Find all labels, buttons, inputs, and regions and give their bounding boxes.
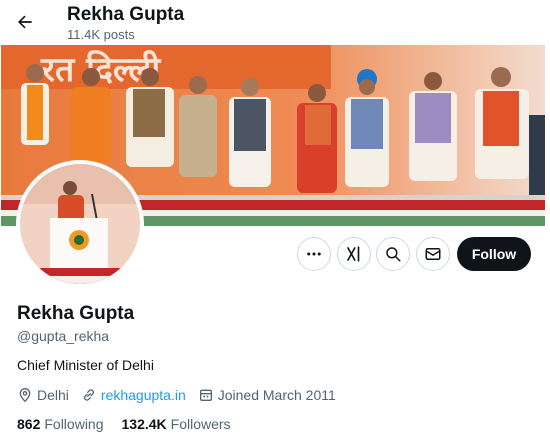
- link-icon: [83, 389, 94, 401]
- message-icon: [425, 248, 441, 260]
- location-item: Delhi: [17, 387, 69, 403]
- following-stat[interactable]: 862 Following: [17, 416, 104, 432]
- calendar-icon: [199, 389, 212, 401]
- avatar-image: [20, 164, 140, 284]
- profile-display-name: Rekha Gupta: [17, 303, 135, 324]
- more-button[interactable]: [297, 237, 331, 271]
- search-profile-button[interactable]: [376, 237, 410, 271]
- location-text: Delhi: [37, 387, 69, 403]
- followers-label: Followers: [170, 416, 231, 432]
- profile-stats: 862 Following 132.4K Followers: [17, 415, 249, 433]
- location-pin-icon: [19, 387, 31, 403]
- joined-text: Joined March 2011: [217, 387, 336, 403]
- grok-button[interactable]: [337, 237, 371, 271]
- following-label: Following: [44, 416, 104, 432]
- header-profile-name: Rekha Gupta: [67, 4, 185, 25]
- grok-icon: [347, 246, 360, 262]
- profile-header-bar: Rekha Gupta 11.4K posts: [0, 0, 550, 45]
- followers-count: 132.4K: [121, 416, 167, 432]
- profile-page: Rekha Gupta 11.4K posts रत दिल्ली Follow…: [0, 0, 550, 435]
- back-arrow-icon: [18, 15, 32, 29]
- banner-backdrop-text: रत दिल्ली: [40, 49, 161, 90]
- avatar[interactable]: [16, 160, 144, 288]
- website-link[interactable]: rekhagupta.in: [101, 387, 186, 403]
- more-icon: [307, 252, 321, 256]
- profile-meta: Delhi rekhagupta.in Joined March 2011: [17, 386, 348, 404]
- avatar-photo: [20, 164, 140, 284]
- joined-item: Joined March 2011: [198, 387, 336, 403]
- message-button[interactable]: [416, 237, 450, 271]
- profile-bio: Chief Minister of Delhi: [17, 357, 154, 373]
- profile-handle: @gupta_rekha: [17, 328, 110, 344]
- following-count: 862: [17, 416, 41, 432]
- header-post-count: 11.4K posts: [67, 27, 135, 42]
- website-item[interactable]: rekhagupta.in: [81, 387, 186, 403]
- followers-stat[interactable]: 132.4K Followers: [122, 416, 231, 432]
- follow-button[interactable]: Follow: [457, 237, 531, 271]
- search-icon: [386, 247, 401, 262]
- back-button[interactable]: [8, 5, 42, 39]
